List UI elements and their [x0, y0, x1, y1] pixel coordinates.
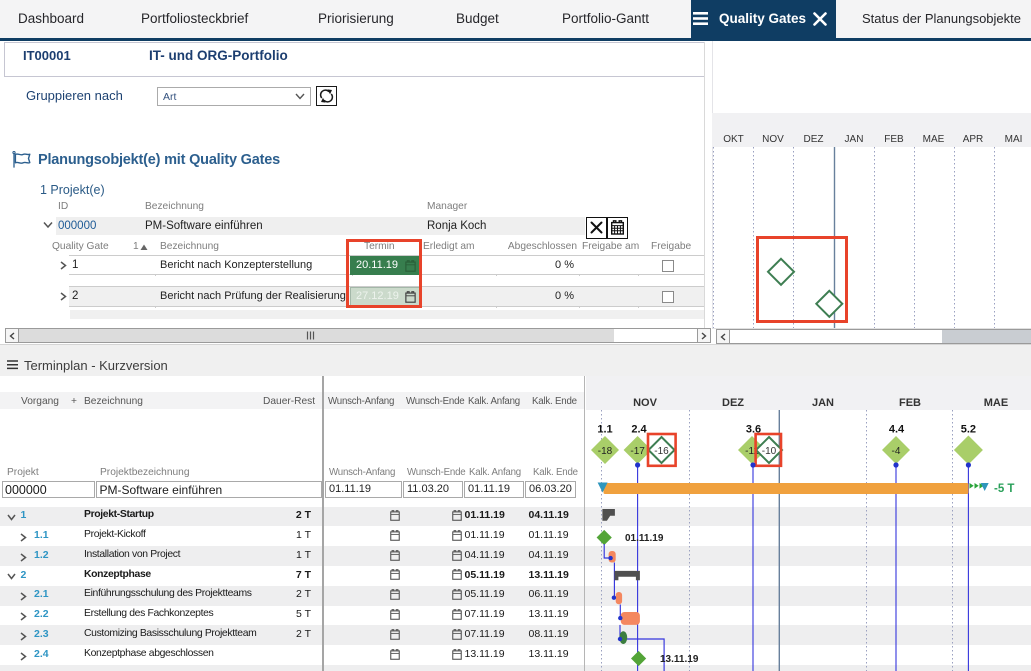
- svg-text:4.4: 4.4: [889, 424, 905, 436]
- svg-text:MAE: MAE: [984, 397, 1008, 409]
- svg-text:DEZ: DEZ: [804, 134, 824, 145]
- svg-text:NOV: NOV: [762, 134, 784, 145]
- svg-text:DEZ: DEZ: [722, 397, 744, 409]
- svg-text:MAI: MAI: [1005, 134, 1023, 145]
- svg-text:-4: -4: [892, 446, 901, 457]
- svg-text:FEB: FEB: [899, 397, 921, 409]
- svg-text:-16: -16: [654, 446, 669, 457]
- svg-text:2.4: 2.4: [631, 424, 647, 436]
- svg-text:-5 T: -5 T: [994, 483, 1014, 495]
- svg-text:13.11.19: 13.11.19: [660, 654, 699, 665]
- svg-text:-17: -17: [630, 446, 645, 457]
- svg-text:01.11.19: 01.11.19: [625, 533, 664, 544]
- svg-text:JAN: JAN: [812, 397, 834, 409]
- svg-text:NOV: NOV: [633, 397, 658, 409]
- svg-text:MAE: MAE: [923, 134, 945, 145]
- svg-text:FEB: FEB: [884, 134, 904, 145]
- svg-text:1.1: 1.1: [597, 424, 612, 436]
- svg-text:-10: -10: [762, 446, 777, 457]
- svg-text:-18: -18: [598, 446, 613, 457]
- svg-text:JAN: JAN: [845, 134, 864, 145]
- svg-text:OKT: OKT: [723, 134, 744, 145]
- svg-text:APR: APR: [963, 134, 984, 145]
- svg-text:5.2: 5.2: [961, 424, 976, 436]
